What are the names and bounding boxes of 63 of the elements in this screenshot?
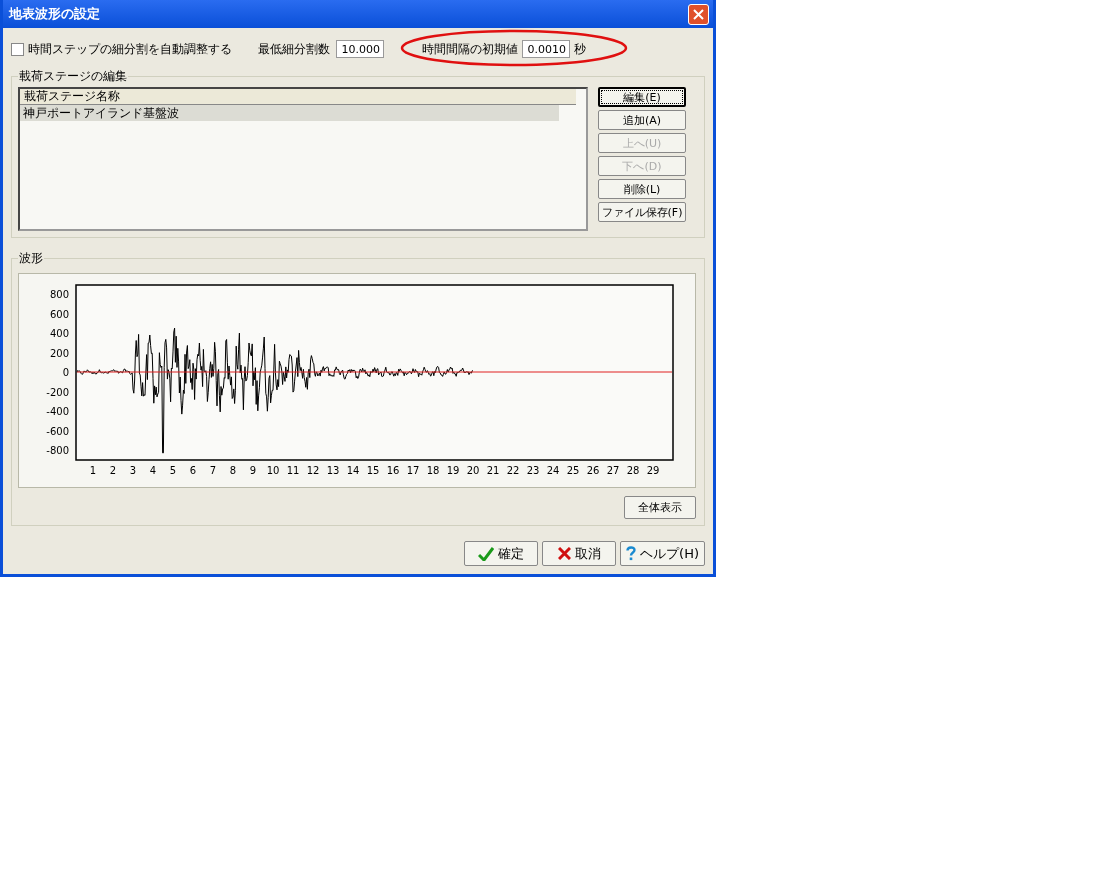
axis-tick-label: 16 bbox=[386, 465, 400, 476]
list-item[interactable]: 神戸ポートアイランド基盤波 bbox=[20, 105, 559, 121]
fit-view-button[interactable]: 全体表示 bbox=[624, 496, 696, 519]
cancel-button[interactable]: 取消 bbox=[542, 541, 617, 566]
action-button[interactable]: ファイル保存(F) bbox=[598, 202, 686, 222]
axis-tick-label: 28 bbox=[626, 465, 640, 476]
group-title: 波形 bbox=[18, 250, 44, 267]
axis-tick-label: 5 bbox=[169, 465, 177, 476]
axis-tick-label: 19 bbox=[446, 465, 460, 476]
axis-tick-label: 200 bbox=[49, 347, 69, 359]
axis-tick-label: 26 bbox=[586, 465, 600, 476]
axis-tick-label: -200 bbox=[46, 386, 69, 398]
checkbox-label: 時間ステップの細分割を自動調整する bbox=[28, 40, 232, 58]
axis-tick-label: -800 bbox=[46, 445, 69, 456]
axis-tick-label: 15 bbox=[366, 465, 380, 476]
input-field[interactable]: 0.0010 bbox=[522, 40, 570, 58]
axis-tick-label: 1 bbox=[89, 465, 97, 476]
axis-tick-label: 22 bbox=[506, 465, 520, 476]
axis-tick-label: 600 bbox=[49, 308, 69, 320]
unit-label: 秒 bbox=[574, 40, 586, 58]
axis-tick-label: 7 bbox=[209, 465, 217, 476]
action-button[interactable]: 追加(A) bbox=[598, 110, 686, 130]
axis-tick-label: 17 bbox=[406, 465, 420, 476]
ok-button[interactable]: 確定 bbox=[464, 541, 539, 566]
axis-tick-label: 20 bbox=[466, 465, 480, 476]
axis-tick-label: 8 bbox=[229, 465, 237, 476]
window-title: 地表波形の設定 bbox=[9, 5, 100, 23]
axis-tick-label: 13 bbox=[326, 465, 340, 476]
axis-tick-label: 27 bbox=[606, 465, 620, 476]
question-mark-icon bbox=[626, 546, 637, 561]
check-icon bbox=[478, 546, 495, 561]
axis-tick-label: 14 bbox=[346, 465, 360, 476]
close-button[interactable] bbox=[688, 3, 709, 25]
axis-tick-label: 3 bbox=[129, 465, 137, 476]
field-label: 時間間隔の初期値 bbox=[422, 40, 518, 58]
axis-tick-label: 400 bbox=[49, 328, 69, 339]
axis-tick-label: 12 bbox=[306, 465, 320, 476]
field-label: 最低細分割数 bbox=[258, 40, 330, 58]
axis-tick-label: 11 bbox=[286, 465, 300, 476]
axis-tick-label: -600 bbox=[46, 425, 69, 437]
axis-tick-label: 18 bbox=[426, 465, 440, 476]
action-button[interactable]: 削除(L) bbox=[598, 179, 686, 199]
axis-tick-label: 24 bbox=[546, 465, 560, 476]
help-button[interactable]: ヘルプ(H) bbox=[620, 541, 705, 566]
axis-tick-label: 9 bbox=[249, 465, 257, 476]
x-icon bbox=[557, 547, 571, 560]
input-field[interactable]: 10.000 bbox=[336, 40, 384, 58]
axis-tick-label: 6 bbox=[189, 465, 197, 476]
axis-tick-label: 800 bbox=[49, 289, 69, 300]
checkbox[interactable] bbox=[11, 42, 24, 56]
axis-tick-label: 10 bbox=[266, 465, 280, 476]
action-button[interactable]: 編集(E) bbox=[598, 87, 686, 107]
axis-tick-label: 0 bbox=[62, 367, 69, 378]
column-header[interactable]: 載荷ステージ名称 bbox=[20, 89, 576, 105]
axis-tick-label: -400 bbox=[46, 406, 69, 417]
axis-tick-label: 25 bbox=[566, 465, 580, 476]
axis-tick-label: 4 bbox=[149, 465, 157, 476]
axis-tick-label: 2 bbox=[109, 465, 117, 476]
group-title: 載荷ステージの編集 bbox=[18, 68, 128, 85]
axis-tick-label: 23 bbox=[526, 465, 540, 476]
axis-tick-label: 21 bbox=[486, 465, 500, 476]
axis-tick-label: 29 bbox=[646, 465, 660, 476]
close-icon bbox=[693, 8, 704, 20]
